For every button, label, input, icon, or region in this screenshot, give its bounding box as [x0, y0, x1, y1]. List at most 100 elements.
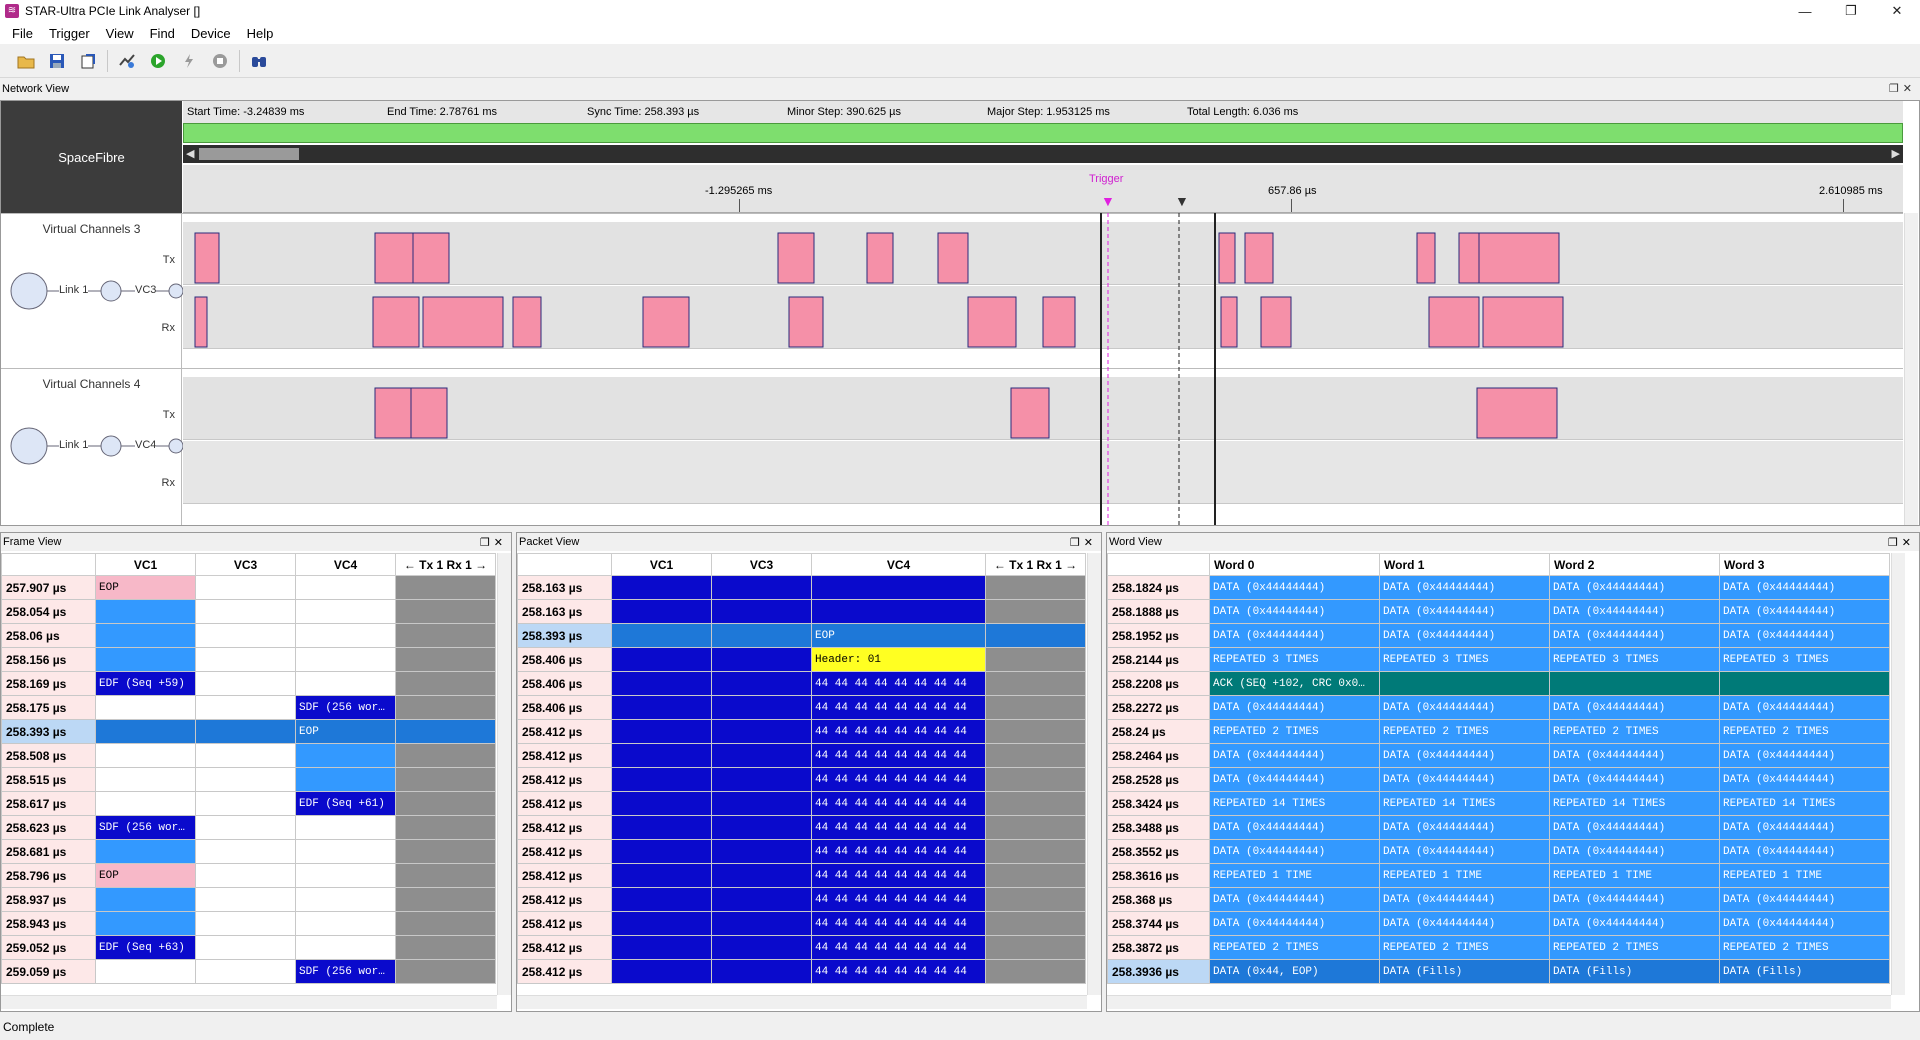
cell-vc1[interactable] — [95, 623, 196, 648]
menu-help[interactable]: Help — [239, 26, 282, 41]
menu-file[interactable]: File — [4, 26, 41, 41]
cell-vc4[interactable]: 44 44 44 44 44 44 44 44 — [811, 767, 986, 792]
cell-vc4[interactable] — [295, 863, 396, 888]
table-row[interactable]: 258.515 µs — [1, 767, 496, 792]
cell-word3[interactable]: DATA (0x44444444) — [1719, 767, 1890, 792]
run-icon[interactable] — [146, 49, 170, 73]
cell-vc4[interactable] — [295, 815, 396, 840]
cell-vc4[interactable] — [295, 767, 396, 792]
table-row[interactable]: 258.412 µs 44 44 44 44 44 44 44 44 — [517, 911, 1086, 936]
row-time[interactable]: 258.406 µs — [517, 647, 612, 672]
cell-word1[interactable]: DATA (0x44444444) — [1379, 575, 1550, 600]
cell-vc4[interactable]: 44 44 44 44 44 44 44 44 — [811, 815, 986, 840]
cell-word3[interactable]: DATA (0x44444444) — [1719, 911, 1890, 936]
row-time[interactable]: 258.175 µs — [1, 695, 96, 720]
frame-horizontal-scrollbar[interactable] — [1, 995, 497, 1009]
row-time[interactable]: 259.052 µs — [1, 935, 96, 960]
cell-vc4[interactable]: 44 44 44 44 44 44 44 44 — [811, 839, 986, 864]
cell-word2[interactable]: DATA (0x44444444) — [1549, 695, 1720, 720]
cell-dir[interactable] — [395, 959, 496, 984]
cell-word1[interactable]: DATA (0x44444444) — [1379, 623, 1550, 648]
cell-word3[interactable]: DATA (0x44444444) — [1719, 887, 1890, 912]
table-row[interactable]: 258.3936 µs DATA (0x44, EOP) DATA (Fills) D… — [1107, 959, 1890, 984]
cell-vc4[interactable] — [295, 743, 396, 768]
table-row[interactable]: 258.3744 µs DATA (0x44444444) DATA (0x4444… — [1107, 911, 1890, 936]
cell-vc3[interactable] — [195, 743, 296, 768]
table-row[interactable]: 258.393 µs EOP — [1, 719, 496, 744]
cell-word3[interactable]: REPEATED 3 TIMES — [1719, 647, 1890, 672]
row-time[interactable]: 258.412 µs — [517, 767, 612, 792]
cell-vc4[interactable]: 44 44 44 44 44 44 44 44 — [811, 863, 986, 888]
cell-vc4[interactable]: 44 44 44 44 44 44 44 44 — [811, 743, 986, 768]
cell-dir[interactable] — [985, 935, 1086, 960]
cell-vc3[interactable] — [711, 647, 812, 672]
cell-vc4[interactable] — [295, 647, 396, 672]
cell-word0[interactable]: ACK (SEQ +102, CRC 0x0… — [1209, 671, 1380, 696]
cell-word1[interactable]: DATA (0x44444444) — [1379, 599, 1550, 624]
cell-dir[interactable] — [395, 911, 496, 936]
cell-vc1[interactable] — [95, 743, 196, 768]
cell-vc1[interactable] — [95, 887, 196, 912]
table-row[interactable]: 258.2144 µs REPEATED 3 TIMES REPEATED 3 TI… — [1107, 647, 1890, 672]
row-time[interactable]: 258.508 µs — [1, 743, 96, 768]
cell-vc1[interactable]: EOP — [95, 863, 196, 888]
cell-vc4[interactable]: 44 44 44 44 44 44 44 44 — [811, 887, 986, 912]
cell-word2[interactable]: REPEATED 1 TIME — [1549, 863, 1720, 888]
cell-vc4[interactable]: SDF (256 wor… — [295, 959, 396, 984]
cell-word1[interactable]: REPEATED 14 TIMES — [1379, 791, 1550, 816]
cell-dir[interactable] — [985, 743, 1086, 768]
table-row[interactable]: 258.1824 µs DATA (0x44444444) DATA (0x4444… — [1107, 575, 1890, 600]
cell-word3[interactable] — [1719, 671, 1890, 696]
cell-word0[interactable]: REPEATED 1 TIME — [1209, 863, 1380, 888]
cell-word3[interactable]: DATA (0x44444444) — [1719, 623, 1890, 648]
cell-dir[interactable] — [395, 767, 496, 792]
cell-word1[interactable]: REPEATED 2 TIMES — [1379, 935, 1550, 960]
cell-vc3[interactable] — [711, 671, 812, 696]
table-row[interactable]: 258.163 µs — [517, 599, 1086, 624]
row-time[interactable]: 258.937 µs — [1, 887, 96, 912]
cell-word1[interactable]: DATA (0x44444444) — [1379, 743, 1550, 768]
word-horizontal-scrollbar[interactable] — [1107, 995, 1891, 1009]
row-time[interactable]: 258.412 µs — [517, 743, 612, 768]
cell-vc4[interactable]: Header: 01 — [811, 647, 986, 672]
cell-vc3[interactable] — [711, 695, 812, 720]
row-time[interactable]: 258.3936 µs — [1107, 959, 1210, 984]
cell-word2[interactable]: DATA (0x44444444) — [1549, 767, 1720, 792]
col-word1[interactable]: Word 1 — [1379, 553, 1550, 576]
row-time[interactable]: 258.1824 µs — [1107, 575, 1210, 600]
trigger-marker-icon[interactable]: ▼ — [1101, 193, 1115, 209]
cell-vc1[interactable]: EDF (Seq +63) — [95, 935, 196, 960]
cell-vc4[interactable]: 44 44 44 44 44 44 44 44 — [811, 719, 986, 744]
cell-word0[interactable]: DATA (0x44444444) — [1209, 815, 1380, 840]
row-time[interactable]: 258.796 µs — [1, 863, 96, 888]
table-row[interactable]: 258.1888 µs DATA (0x44444444) DATA (0x4444… — [1107, 599, 1890, 624]
cell-vc1[interactable] — [611, 791, 712, 816]
cell-vc1[interactable] — [611, 935, 712, 960]
cell-word0[interactable]: REPEATED 2 TIMES — [1209, 719, 1380, 744]
cell-word2[interactable]: DATA (Fills) — [1549, 959, 1720, 984]
cell-vc4[interactable] — [295, 599, 396, 624]
cell-dir[interactable] — [395, 839, 496, 864]
cell-word2[interactable]: DATA (0x44444444) — [1549, 575, 1720, 600]
cell-dir[interactable] — [395, 647, 496, 672]
cell-word3[interactable]: REPEATED 2 TIMES — [1719, 719, 1890, 744]
row-time[interactable]: 257.907 µs — [1, 575, 96, 600]
row-time[interactable]: 258.393 µs — [1, 719, 96, 744]
cell-vc3[interactable] — [195, 839, 296, 864]
cell-vc4[interactable]: EOP — [811, 623, 986, 648]
timeline-scroll-thumb[interactable] — [199, 148, 299, 160]
row-time[interactable]: 258.412 µs — [517, 839, 612, 864]
row-time[interactable]: 258.1888 µs — [1107, 599, 1210, 624]
cell-dir[interactable] — [985, 647, 1086, 672]
col-word2[interactable]: Word 2 — [1549, 553, 1720, 576]
cell-word0[interactable]: DATA (0x44444444) — [1209, 887, 1380, 912]
cell-word1[interactable]: REPEATED 2 TIMES — [1379, 719, 1550, 744]
cell-dir[interactable] — [395, 623, 496, 648]
table-row[interactable]: 258.412 µs 44 44 44 44 44 44 44 44 — [517, 887, 1086, 912]
export-icon[interactable] — [76, 49, 100, 73]
col-vc3[interactable]: VC3 — [711, 553, 812, 576]
table-row[interactable]: 258.2464 µs DATA (0x44444444) DATA (0x4444… — [1107, 743, 1890, 768]
cell-word0[interactable]: DATA (0x44444444) — [1209, 911, 1380, 936]
cell-word0[interactable]: REPEATED 3 TIMES — [1209, 647, 1380, 672]
cell-vc4[interactable] — [811, 599, 986, 624]
